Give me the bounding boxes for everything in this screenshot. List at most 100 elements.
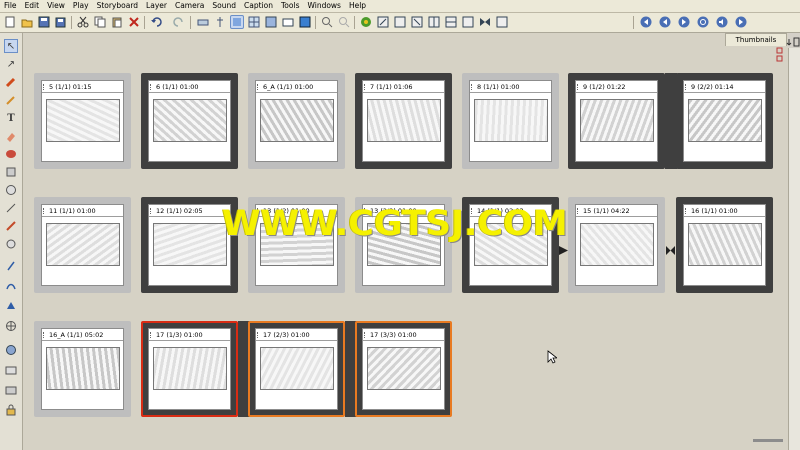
unlock-icon[interactable] [4, 343, 18, 357]
search-icon[interactable] [320, 15, 334, 29]
menu-camera[interactable]: Camera [171, 0, 208, 12]
menu-sound[interactable]: Sound [208, 0, 240, 12]
redo-icon[interactable] [170, 15, 184, 29]
pencil-icon[interactable] [4, 93, 18, 107]
panel-thumbnail[interactable]: 6_A (1/1) 01:00 [248, 73, 345, 169]
camera-view-icon[interactable] [281, 15, 295, 29]
transform-icon[interactable] [196, 15, 210, 29]
play-icon[interactable] [677, 15, 691, 29]
light-table-icon[interactable] [230, 15, 244, 29]
split-icon[interactable] [427, 15, 441, 29]
drag-handle-icon[interactable] [364, 332, 368, 338]
menu-caption[interactable]: Caption [240, 0, 277, 12]
panel-thumbnail[interactable]: 9 (2/2) 01:14 [676, 73, 773, 169]
copy-icon[interactable] [93, 15, 107, 29]
new-icon[interactable] [3, 15, 17, 29]
panel-card: 11 (1/1) 01:00 [41, 204, 124, 286]
paste-icon[interactable] [110, 15, 124, 29]
delete-panel-icon[interactable] [410, 15, 424, 29]
text-icon[interactable]: T [4, 111, 18, 125]
paint-icon[interactable] [359, 15, 373, 29]
grid-icon[interactable] [247, 15, 261, 29]
drag-handle-icon[interactable] [150, 332, 154, 338]
drag-handle-icon[interactable] [150, 208, 154, 214]
drag-handle-icon[interactable] [685, 84, 689, 90]
panel-thumbnail[interactable]: 15 (1/1) 04:22 [568, 197, 665, 293]
save-all-icon[interactable] [54, 15, 68, 29]
horizontal-scrollbar[interactable] [753, 439, 783, 442]
panel-thumbnail[interactable]: 5 (1/1) 01:15 [34, 73, 131, 169]
menu-help[interactable]: Help [345, 0, 370, 12]
lock-icon[interactable] [4, 403, 18, 417]
last-frame-icon[interactable] [734, 15, 748, 29]
camera-icon[interactable] [4, 363, 18, 377]
undo-icon[interactable] [150, 15, 164, 29]
ellipse-icon[interactable] [4, 147, 18, 161]
cut-icon[interactable] [76, 15, 90, 29]
tab-thumbnails[interactable]: Thumbnails [725, 33, 787, 46]
panel-thumbnail[interactable]: 8 (1/1) 01:00 [462, 73, 559, 169]
vertical-scrollbar[interactable] [788, 48, 800, 450]
panel-thumbnail[interactable]: 9 (1/2) 01:22 [568, 73, 665, 169]
select-icon[interactable]: ↖ [4, 39, 18, 53]
pin-icon[interactable] [213, 15, 227, 29]
merge-icon[interactable] [444, 15, 458, 29]
drag-handle-icon[interactable] [43, 208, 47, 214]
drag-handle-icon[interactable] [257, 84, 261, 90]
lock-icon[interactable] [4, 319, 18, 333]
prev-frame-icon[interactable] [658, 15, 672, 29]
menu-file[interactable]: File [0, 0, 21, 12]
drag-handle-icon[interactable] [257, 332, 261, 338]
panel-thumbnail[interactable]: 17 (2/3) 01:00 [248, 321, 345, 417]
transition-icon[interactable] [495, 15, 509, 29]
zoom-icon[interactable] [4, 259, 18, 273]
contour-icon[interactable]: ↗ [4, 57, 18, 71]
thumbnail-icon[interactable] [298, 15, 312, 29]
open-icon[interactable] [20, 15, 34, 29]
drag-handle-icon[interactable] [43, 332, 47, 338]
menu-play[interactable]: Play [69, 0, 93, 12]
rotate-icon[interactable] [4, 237, 18, 251]
scene-icon[interactable] [461, 15, 475, 29]
duplicate-icon[interactable] [393, 15, 407, 29]
panel-thumbnail[interactable]: 17 (3/3) 01:00 [355, 321, 452, 417]
drag-handle-icon[interactable] [577, 84, 581, 90]
layer-icon[interactable] [4, 299, 18, 313]
drag-handle-icon[interactable] [471, 84, 475, 90]
brush-icon[interactable] [4, 75, 18, 89]
camera-icon[interactable] [4, 279, 18, 293]
panel-thumbnail[interactable]: 6 (1/1) 01:00 [141, 73, 238, 169]
view-options-icon[interactable] [776, 47, 784, 63]
menu-tools[interactable]: Tools [277, 0, 303, 12]
loop-icon[interactable] [696, 15, 710, 29]
polyline-icon[interactable] [4, 201, 18, 215]
drag-handle-icon[interactable] [150, 84, 154, 90]
drag-handle-icon[interactable] [43, 84, 47, 90]
drag-handle-icon[interactable] [364, 84, 368, 90]
menu-edit[interactable]: Edit [21, 0, 44, 12]
panel-thumbnail[interactable]: 17 (1/3) 01:00 [141, 321, 238, 417]
panel-thumbnail[interactable]: 16_A (1/1) 05:02 [34, 321, 131, 417]
menu-windows[interactable]: Windows [303, 0, 344, 12]
eraser-icon[interactable] [4, 129, 18, 143]
new-panel-icon[interactable] [376, 15, 390, 29]
transition-icon[interactable] [478, 15, 492, 29]
menu-layer[interactable]: Layer [142, 0, 171, 12]
menu-view[interactable]: View [43, 0, 69, 12]
panel-thumbnail[interactable]: 11 (1/1) 01:00 [34, 197, 131, 293]
line-icon[interactable] [4, 183, 18, 197]
sound-icon[interactable] [715, 15, 729, 29]
drag-handle-icon[interactable] [685, 208, 689, 214]
rectangle-icon[interactable] [4, 165, 18, 179]
zoom-icon[interactable] [337, 15, 351, 29]
first-frame-icon[interactable] [639, 15, 653, 29]
panel-thumbnail[interactable]: 16 (1/1) 01:00 [676, 197, 773, 293]
panel-view-icon[interactable] [264, 15, 278, 29]
panel-thumbnail[interactable]: 7 (1/1) 01:06 [355, 73, 452, 169]
menu-storyboard[interactable]: Storyboard [93, 0, 142, 12]
save-icon[interactable] [37, 15, 51, 29]
delete-icon[interactable] [127, 15, 141, 29]
hand-icon[interactable] [4, 219, 18, 233]
panel-label: 16_A (1/1) 05:02 [42, 329, 123, 341]
layer-icon[interactable] [4, 383, 18, 397]
